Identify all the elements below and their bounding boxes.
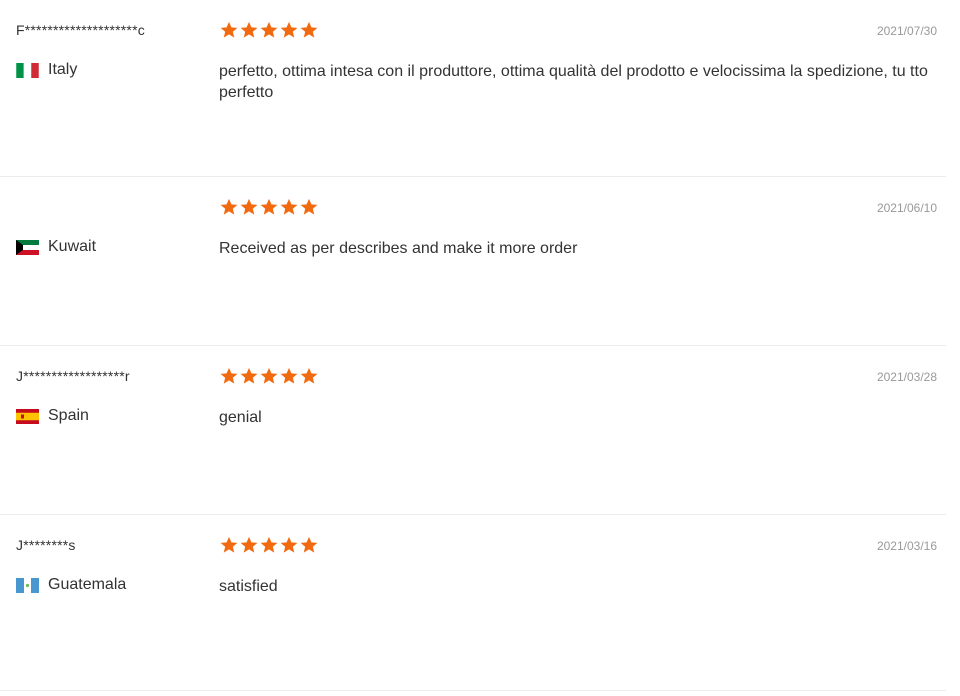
country-name: Guatemala (48, 576, 127, 593)
country-name: Spain (48, 407, 89, 424)
review-item: J********s Guatemala 2021/03/16 satisfie… (0, 515, 946, 691)
review-item: Kuwait 2021/06/10 Received as per descri… (0, 177, 946, 346)
review-text: perfetto, ottima intesa con il produttor… (219, 63, 928, 101)
star-icon (239, 535, 259, 555)
star-icon (279, 535, 299, 555)
star-icon (259, 535, 279, 555)
star-rating (219, 366, 319, 386)
star-icon (219, 366, 239, 386)
review-text: Received as per describes and make it mo… (219, 240, 578, 257)
reviewer-name: J******************r (16, 368, 130, 384)
star-icon (299, 366, 319, 386)
country-name: Kuwait (48, 238, 97, 255)
guatemala-flag-icon (16, 577, 39, 593)
star-icon (279, 197, 299, 217)
star-icon (219, 197, 239, 217)
star-rating (219, 20, 319, 40)
kuwait-flag-icon (16, 239, 39, 255)
star-icon (299, 20, 319, 40)
reviewer-country: Kuwait (16, 238, 96, 256)
star-icon (259, 197, 279, 217)
review-item: J******************r Spain 2021/03/28 ge… (0, 346, 946, 515)
country-name: Italy (48, 61, 78, 78)
review-text: genial (219, 409, 262, 426)
star-icon (259, 366, 279, 386)
star-icon (239, 366, 259, 386)
reviewer-country: Spain (16, 407, 89, 425)
review-date: 2021/03/16 (876, 539, 937, 553)
star-rating (219, 535, 319, 555)
review-date: 2021/06/10 (876, 201, 937, 215)
star-rating (219, 197, 319, 217)
spain-flag-icon (16, 408, 39, 424)
review-date: 2021/07/30 (876, 24, 937, 38)
reviewer-name: J********s (16, 537, 76, 553)
star-icon (299, 535, 319, 555)
review-item: F********************c Italy 2021/07/30 … (0, 0, 946, 177)
reviewer-country: Italy (16, 61, 77, 79)
star-icon (279, 20, 299, 40)
star-icon (239, 197, 259, 217)
italy-flag-icon (16, 62, 39, 78)
star-icon (279, 366, 299, 386)
star-icon (239, 20, 259, 40)
star-icon (299, 197, 319, 217)
review-date: 2021/03/28 (876, 370, 937, 384)
star-icon (219, 20, 239, 40)
star-icon (219, 535, 239, 555)
star-icon (259, 20, 279, 40)
reviewer-name: F********************c (16, 22, 145, 38)
review-text: satisfied (219, 578, 278, 595)
reviewer-country: Guatemala (16, 576, 126, 594)
